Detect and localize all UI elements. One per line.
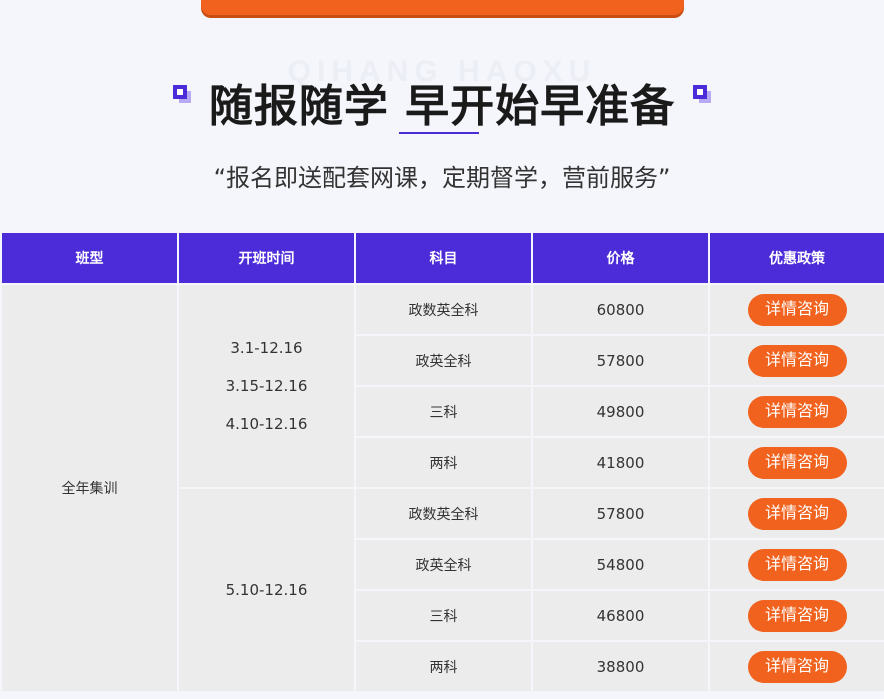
subject-cell: 三科	[356, 591, 531, 640]
subject-cell: 政英全科	[356, 336, 531, 385]
consult-button[interactable]: 详情咨询	[747, 446, 847, 479]
price-cell: 38800	[533, 642, 708, 691]
subject-cell: 政数英全科	[356, 489, 531, 538]
table-row: 全年集训 3.1-12.16 3.15-12.16 4.10-12.16 政数英全科 60…	[2, 285, 884, 691]
consult-button[interactable]: 详情咨询	[747, 497, 847, 530]
policy-cell: 详情咨询	[710, 336, 884, 385]
table-header-row: 班型 开班时间 科目 价格 优惠政策	[2, 233, 884, 283]
price-cell: 41800	[533, 438, 708, 487]
policy-cell: 详情咨询	[710, 591, 884, 640]
start-date-cell: 5.10-12.16	[179, 489, 354, 691]
start-date: 3.15-12.16	[225, 377, 308, 395]
title-underline	[399, 132, 479, 134]
policy-cell: 详情咨询	[710, 438, 884, 487]
price-cell: 46800	[533, 591, 708, 640]
page-subtitle: “报名即送配套网课，定期督学，营前服务”	[213, 164, 671, 192]
consult-button[interactable]: 详情咨询	[747, 395, 847, 428]
subject-cell: 政数英全科	[356, 285, 531, 334]
start-date: 3.1-12.16	[230, 339, 303, 357]
price-cell: 57800	[533, 336, 708, 385]
consult-button[interactable]: 详情咨询	[747, 599, 847, 632]
policy-cell: 详情咨询	[710, 387, 884, 436]
subject-cell: 政英全科	[356, 540, 531, 589]
heading-row: 随报随学 早开始早准备	[0, 72, 884, 132]
subject-cell: 两科	[356, 642, 531, 691]
square-decor-icon	[693, 85, 712, 103]
price-cell: 57800	[533, 489, 708, 538]
price-cell: 49800	[533, 387, 708, 436]
subject-cell: 两科	[356, 438, 531, 487]
class-type-cell: 全年集训	[2, 285, 177, 691]
consult-button[interactable]: 详情咨询	[747, 548, 847, 581]
column-header: 开班时间	[179, 233, 354, 283]
price-cell: 60800	[533, 285, 708, 334]
policy-cell: 详情咨询	[710, 642, 884, 691]
column-header: 价格	[533, 233, 708, 283]
column-header: 科目	[356, 233, 531, 283]
subject-cell: 三科	[356, 387, 531, 436]
column-header: 优惠政策	[710, 233, 884, 283]
consult-button[interactable]: 详情咨询	[747, 650, 847, 683]
page-title: 随报随学 早开始早准备	[208, 81, 676, 132]
policy-cell: 详情咨询	[710, 540, 884, 589]
price-table: 班型 开班时间 科目 价格 优惠政策 全年集训 3.1-12.16 3.15-12.16 4.…	[0, 231, 884, 693]
policy-cell: 详情咨询	[710, 285, 884, 334]
column-header: 班型	[2, 233, 177, 283]
consult-button[interactable]: 详情咨询	[747, 293, 847, 326]
price-cell: 54800	[533, 540, 708, 589]
square-decor-icon	[172, 85, 191, 103]
start-date: 5.10-12.16	[225, 581, 308, 599]
start-date: 4.10-12.16	[225, 415, 308, 433]
top-banner-bar	[201, 0, 684, 15]
start-date-cell: 3.1-12.16 3.15-12.16 4.10-12.16	[179, 285, 354, 487]
policy-cell: 详情咨询	[710, 489, 884, 538]
table-body: 全年集训 3.1-12.16 3.15-12.16 4.10-12.16 政数英全科 60…	[2, 285, 884, 691]
consult-button[interactable]: 详情咨询	[747, 344, 847, 377]
